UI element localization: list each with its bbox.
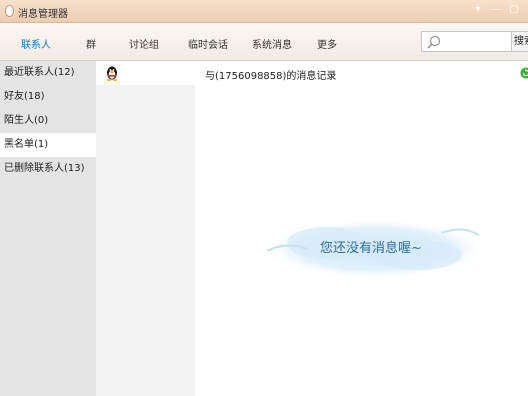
maximize-button[interactable]: ▢ [507, 3, 521, 17]
search-input[interactable] [421, 31, 512, 52]
tab-bar: 联系人 群 讨论组 临时会话 系统消息 更多 搜索 [0, 23, 528, 61]
minimize-button[interactable]: — [489, 3, 503, 17]
refresh-icon[interactable] [520, 67, 528, 79]
message-pane: 与(1756098858)的消息记录 您还没有消息喔~ [195, 61, 528, 396]
tab-groups[interactable]: 群 [86, 36, 96, 51]
category-sidebar: 最近联系人(12) 好友(18) 陌生人(0) 黑名单(1) 已删除联系人(13… [0, 61, 96, 396]
contact-list [96, 61, 195, 396]
category-recent[interactable]: 最近联系人(12) [0, 61, 96, 85]
app-icon [5, 5, 14, 17]
tab-system-messages[interactable]: 系统消息 [252, 36, 292, 51]
contact-item[interactable] [96, 61, 195, 85]
title-bar: 消息管理器 ▾ — ▢ [0, 0, 528, 23]
tab-more[interactable]: 更多 [317, 36, 337, 51]
search-button[interactable]: 搜索 [512, 31, 528, 52]
category-blacklist[interactable]: 黑名单(1) [0, 133, 96, 157]
category-strangers[interactable]: 陌生人(0) [0, 109, 96, 133]
empty-message: 您还没有消息喔~ [320, 241, 422, 256]
window-title: 消息管理器 [18, 9, 68, 20]
tab-contacts[interactable]: 联系人 [21, 36, 51, 51]
category-friends[interactable]: 好友(18) [0, 85, 96, 109]
tab-discussion[interactable]: 讨论组 [129, 36, 159, 51]
tab-temp-session[interactable]: 临时会话 [188, 36, 228, 51]
search-icon [427, 35, 441, 49]
minimize-icon[interactable]: ▾ [471, 3, 485, 17]
category-deleted[interactable]: 已删除联系人(13) [0, 157, 96, 181]
qq-penguin-icon [107, 66, 117, 81]
record-title: 与(1756098858)的消息记录 [205, 71, 337, 82]
